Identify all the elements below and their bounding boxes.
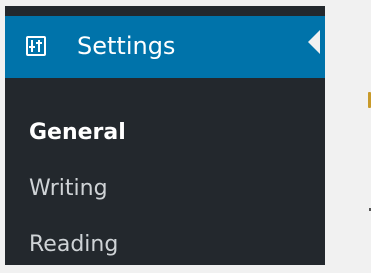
settings-submenu: General Writing Reading bbox=[5, 78, 325, 265]
submenu-item-writing[interactable]: Writing bbox=[29, 175, 108, 203]
settings-sliders-icon bbox=[26, 36, 46, 56]
sidebar-top-strip bbox=[5, 6, 325, 16]
submenu-item-general[interactable]: General bbox=[29, 119, 126, 147]
admin-sidebar: Settings General Writing Reading bbox=[5, 6, 325, 265]
active-menu-pointer bbox=[308, 30, 320, 54]
menu-item-settings[interactable]: Settings bbox=[5, 16, 325, 78]
menu-item-label: Settings bbox=[77, 32, 176, 60]
submenu-item-reading[interactable]: Reading bbox=[29, 231, 118, 259]
